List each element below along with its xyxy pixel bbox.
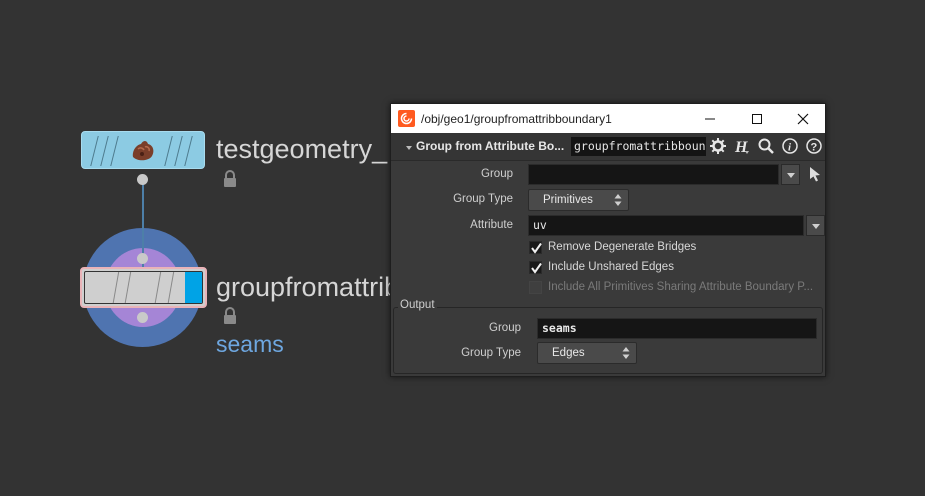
group-label: Group bbox=[481, 168, 513, 180]
minimize-icon bbox=[705, 118, 715, 119]
remove-degenerate-label: Remove Degenerate Bridges bbox=[548, 241, 697, 253]
group-type-label: Group Type bbox=[453, 193, 513, 205]
close-button[interactable] bbox=[780, 104, 826, 133]
svg-text:?: ? bbox=[811, 142, 818, 154]
remove-degenerate-checkbox[interactable] bbox=[529, 241, 542, 254]
maximize-button[interactable] bbox=[734, 104, 780, 133]
svg-text:i: i bbox=[788, 142, 792, 154]
lock-icon[interactable] bbox=[222, 170, 238, 188]
question-icon[interactable]: ? bbox=[805, 137, 823, 155]
attribute-dropdown-button[interactable] bbox=[806, 215, 825, 236]
pointer-icon[interactable] bbox=[809, 166, 821, 182]
node-groupfromattrib-label: groupfromattrib bbox=[216, 272, 400, 302]
include-unshared-checkbox[interactable] bbox=[529, 261, 542, 274]
group-type-value: Primitives bbox=[543, 194, 593, 206]
gear-icon[interactable] bbox=[709, 137, 727, 155]
node-groupfromattrib[interactable] bbox=[80, 267, 207, 308]
maximize-icon bbox=[752, 113, 762, 124]
parameter-toolbar: Group from Attribute Bo... groupfromattr… bbox=[391, 133, 825, 161]
window-titlebar[interactable]: /obj/geo1/groupfromattribboundary1 bbox=[391, 104, 825, 133]
input-connector[interactable] bbox=[137, 253, 148, 264]
window-title: /obj/geo1/groupfromattribboundary1 bbox=[421, 112, 612, 126]
attribute-field[interactable]: uv bbox=[528, 215, 804, 236]
lock-icon[interactable] bbox=[222, 307, 238, 325]
output-connector[interactable] bbox=[137, 174, 148, 185]
help-h-icon[interactable]: H bbox=[733, 137, 751, 155]
group-dropdown-button[interactable] bbox=[781, 164, 800, 185]
output-group-label: Group bbox=[489, 322, 521, 334]
output-connector-2[interactable] bbox=[137, 312, 148, 323]
output-group-field[interactable]: seams bbox=[537, 318, 817, 339]
output-group-type-menu[interactable]: Edges bbox=[537, 342, 637, 364]
parameter-window: /obj/geo1/groupfromattribboundary1 Group… bbox=[390, 103, 826, 377]
updown-arrows-icon bbox=[622, 347, 630, 359]
houdini-icon bbox=[398, 110, 415, 127]
chevron-down-icon[interactable] bbox=[406, 146, 412, 150]
group-type-menu[interactable]: Primitives bbox=[528, 189, 629, 211]
svg-text:H: H bbox=[734, 139, 748, 155]
node-group-label: seams bbox=[216, 331, 284, 357]
output-group-type-label: Group Type bbox=[461, 347, 521, 359]
geometry-icon bbox=[132, 141, 154, 161]
close-icon bbox=[797, 113, 809, 124]
search-icon[interactable] bbox=[757, 137, 775, 155]
output-group-type-value: Edges bbox=[552, 347, 585, 359]
info-icon[interactable]: i bbox=[781, 137, 799, 155]
updown-arrows-icon bbox=[614, 194, 622, 206]
include-all-prims-checkbox[interactable] bbox=[529, 281, 542, 294]
attribute-label: Attribute bbox=[470, 219, 513, 231]
output-section-title: Output bbox=[398, 299, 437, 311]
operator-type-label: Group from Attribute Bo... bbox=[416, 139, 565, 153]
display-flag[interactable] bbox=[185, 272, 202, 303]
include-all-prims-label: Include All Primitives Sharing Attribute… bbox=[548, 281, 814, 293]
minimize-button[interactable] bbox=[687, 104, 733, 133]
checkmark-icon bbox=[531, 242, 542, 254]
node-testgeometry-label: testgeometry_ bbox=[216, 134, 388, 164]
group-field[interactable] bbox=[528, 164, 779, 185]
node-name-field[interactable]: groupfromattribboun bbox=[571, 137, 706, 156]
include-unshared-label: Include Unshared Edges bbox=[548, 261, 674, 273]
checkmark-icon bbox=[531, 262, 542, 274]
node-testgeometry[interactable] bbox=[81, 131, 205, 169]
